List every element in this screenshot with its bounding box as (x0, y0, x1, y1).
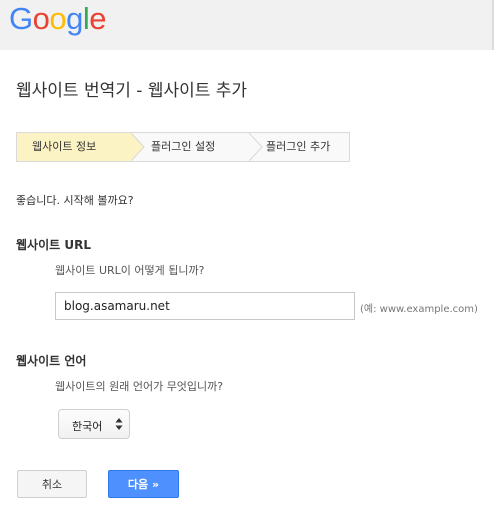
logo-letter: o (32, 1, 50, 36)
step-chevron-2 (249, 133, 263, 161)
cancel-button[interactable]: 취소 (17, 470, 87, 498)
google-logo[interactable]: Google (9, 1, 107, 37)
website-language-select[interactable]: 한국어 (58, 409, 130, 439)
step-breadcrumb: 웹사이트 정보 플러그인 설정 플러그인 추가 (16, 132, 350, 162)
next-button[interactable]: 다음 » (108, 470, 179, 498)
step-chevron-1 (131, 133, 145, 161)
website-url-input[interactable] (55, 292, 355, 320)
select-arrows-icon (115, 418, 123, 430)
intro-text: 좋습니다. 시작해 볼까요? (16, 194, 134, 207)
logo-text: Google (9, 1, 107, 37)
website-url-example: (예: www.example.com) (360, 304, 478, 315)
website-language-label: 웹사이트 언어 (16, 354, 87, 368)
header-bar: Google (0, 0, 494, 50)
logo-letter: G (9, 1, 33, 36)
step-plugin-settings: 플러그인 설정 (151, 140, 216, 153)
website-url-question: 웹사이트 URL이 어떻게 됩니까? (55, 264, 205, 277)
logo-letter: g (66, 1, 83, 36)
page-title: 웹사이트 번역기 - 웹사이트 추가 (16, 81, 248, 101)
step-website-info: 웹사이트 정보 (17, 133, 132, 161)
website-language-value: 한국어 (72, 420, 103, 433)
website-url-label: 웹사이트 URL (16, 238, 91, 252)
logo-letter: o (49, 1, 67, 36)
website-language-question: 웹사이트의 원래 언어가 무엇입니까? (55, 380, 224, 393)
step-add-plugin: 플러그인 추가 (266, 140, 331, 153)
logo-letter: e (89, 1, 107, 36)
